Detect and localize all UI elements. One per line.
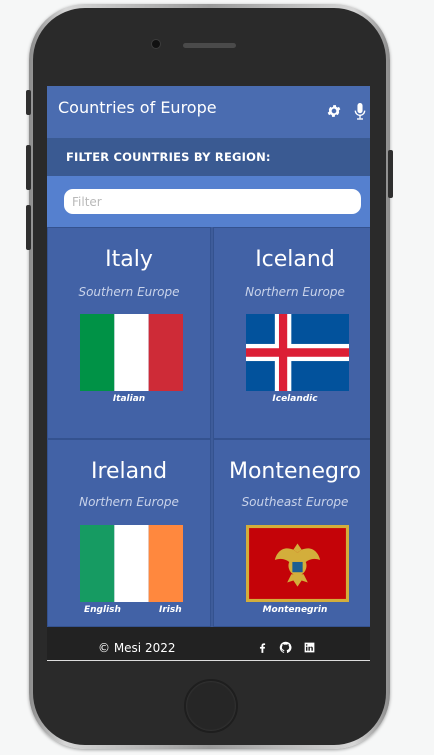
footer-divider	[47, 660, 370, 661]
country-grid: Italy Southern Europe Italian Iceland No…	[47, 227, 370, 627]
search-bar	[47, 176, 370, 227]
country-card-ireland[interactable]: Ireland Northern Europe English Irish	[47, 439, 211, 627]
country-region: Northern Europe	[245, 285, 345, 299]
country-region: Southern Europe	[78, 285, 180, 299]
montenegro-flag	[246, 525, 349, 602]
ireland-flag	[80, 525, 183, 602]
side-button-volume-up	[26, 145, 31, 190]
filter-bar: FILTER COUNTRIES BY REGION:	[47, 138, 370, 176]
iceland-flag	[246, 314, 349, 391]
country-region: Southeast Europe	[241, 495, 349, 509]
filter-heading: FILTER COUNTRIES BY REGION:	[66, 150, 271, 164]
footer: © Mesi 2022	[47, 627, 370, 661]
country-language: Icelandic	[272, 394, 318, 404]
linkedin-icon[interactable]	[303, 641, 316, 654]
country-region: Northern Europe	[79, 495, 179, 509]
side-button-power	[388, 150, 393, 198]
facebook-icon[interactable]	[256, 641, 269, 654]
country-name: Italy	[105, 247, 153, 272]
front-camera	[152, 40, 160, 48]
country-language: Montenegrin	[262, 605, 328, 615]
country-language: Italian	[112, 394, 146, 404]
country-name: Montenegro	[228, 459, 361, 484]
italy-flag	[80, 314, 183, 391]
country-card-italy[interactable]: Italy Southern Europe Italian	[47, 227, 211, 439]
country-language: English	[84, 605, 121, 615]
copyright-text: © Mesi 2022	[98, 641, 176, 655]
app-header: Countries of Europe	[47, 86, 370, 138]
earpiece-speaker	[183, 43, 236, 48]
app-title: Countries of Europe	[58, 98, 217, 117]
country-name: Ireland	[90, 459, 168, 484]
microphone-icon[interactable]	[354, 103, 366, 120]
home-button[interactable]	[184, 679, 238, 733]
app-screen: Countries of Europe FILTER COUNTRIES BY …	[47, 86, 370, 661]
country-card-montenegro[interactable]: Montenegro Southeast Europe Montenegrin	[213, 439, 370, 627]
country-language: Irish	[159, 605, 182, 615]
side-button-mute	[26, 90, 31, 115]
github-icon[interactable]	[279, 641, 292, 654]
gear-icon[interactable]	[326, 103, 342, 119]
country-card-iceland[interactable]: Iceland Northern Europe Icelandic	[213, 227, 370, 439]
country-name: Iceland	[255, 247, 335, 272]
side-button-volume-down	[26, 205, 31, 250]
filter-input[interactable]	[64, 189, 361, 214]
